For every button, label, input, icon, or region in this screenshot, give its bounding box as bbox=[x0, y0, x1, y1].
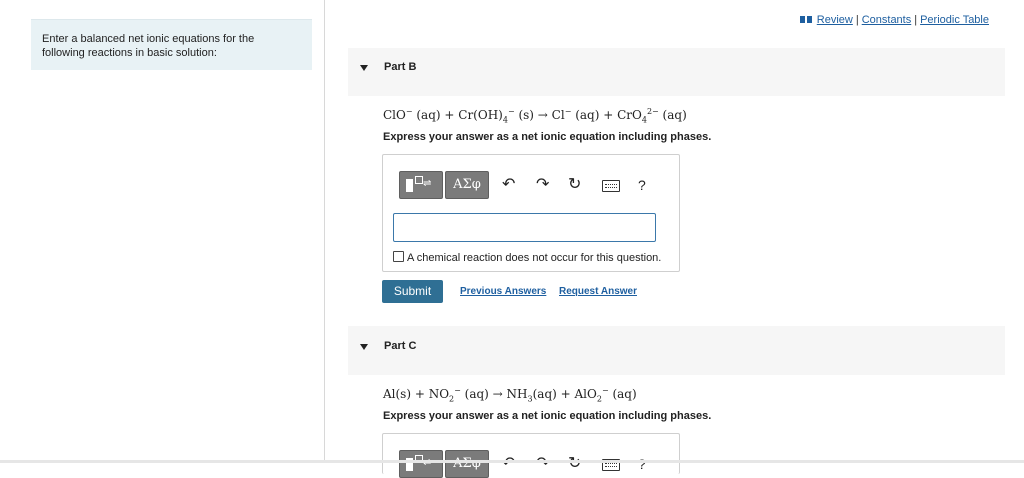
greek-symbols-button[interactable]: ΑΣφ bbox=[445, 450, 489, 478]
redo-icon[interactable]: ↷ bbox=[536, 177, 549, 193]
collapse-triangle-icon[interactable] bbox=[360, 65, 368, 71]
separator: | bbox=[855, 14, 859, 26]
greek-symbols-button[interactable]: ΑΣφ bbox=[445, 171, 489, 199]
collapse-triangle-icon[interactable] bbox=[360, 344, 368, 350]
part-b-header[interactable]: Part B bbox=[348, 48, 1005, 96]
no-reaction-label: A chemical reaction does not occur for t… bbox=[407, 252, 662, 264]
separator: | bbox=[914, 14, 918, 26]
templates-button[interactable]: ⇌ bbox=[399, 450, 443, 478]
instructions-box: Enter a balanced net ionic equations for… bbox=[31, 19, 312, 70]
part-c-instructions: Express your answer as a net ionic equat… bbox=[383, 410, 712, 422]
part-c-equation: Al(s) + NO2− (aq) → NH3(aq) + AlO2− (aq) bbox=[383, 386, 637, 404]
part-b-answer-editor: ⇌ ΑΣφ ↶ ↷ ↻ ? A chemical reaction does n… bbox=[382, 154, 680, 272]
review-link[interactable]: Review bbox=[817, 14, 853, 26]
no-reaction-checkbox-row[interactable]: A chemical reaction does not occur for t… bbox=[393, 251, 661, 264]
help-icon[interactable]: ? bbox=[638, 177, 646, 193]
book-icon bbox=[799, 15, 812, 23]
constants-link[interactable]: Constants bbox=[862, 14, 912, 26]
previous-answers-link[interactable]: Previous Answers bbox=[460, 286, 546, 297]
part-b-title: Part B bbox=[384, 61, 417, 73]
part-c-header[interactable]: Part C bbox=[348, 326, 1005, 375]
answer-input[interactable] bbox=[393, 213, 656, 242]
left-panel: Enter a balanced net ionic equations for… bbox=[0, 0, 325, 463]
keyboard-icon[interactable] bbox=[602, 180, 620, 192]
help-icon[interactable]: ? bbox=[638, 456, 646, 472]
no-reaction-checkbox[interactable] bbox=[393, 251, 404, 262]
redo-icon[interactable]: ↷ bbox=[536, 456, 549, 472]
undo-icon[interactable]: ↶ bbox=[502, 177, 515, 193]
submit-button[interactable]: Submit bbox=[382, 280, 443, 303]
periodic-table-link[interactable]: Periodic Table bbox=[920, 14, 989, 26]
part-c-answer-editor: ⇌ ΑΣφ ↶ ↷ ↻ ? bbox=[382, 433, 680, 478]
instructions-text: Enter a balanced net ionic equations for… bbox=[42, 33, 255, 59]
request-answer-link[interactable]: Request Answer bbox=[559, 286, 637, 297]
part-c-title: Part C bbox=[384, 340, 417, 352]
part-b-instructions: Express your answer as a net ionic equat… bbox=[383, 131, 712, 143]
undo-icon[interactable]: ↶ bbox=[502, 456, 515, 472]
part-b-equation: ClO− (aq) + Cr(OH)4− (s) → Cl− (aq) + Cr… bbox=[383, 107, 687, 125]
templates-button[interactable]: ⇌ bbox=[399, 171, 443, 199]
top-links: Review | Constants | Periodic Table bbox=[799, 14, 989, 26]
templates-icon: ⇌ bbox=[423, 178, 432, 189]
reset-icon[interactable]: ↻ bbox=[568, 456, 581, 472]
reset-icon[interactable]: ↻ bbox=[568, 177, 581, 193]
